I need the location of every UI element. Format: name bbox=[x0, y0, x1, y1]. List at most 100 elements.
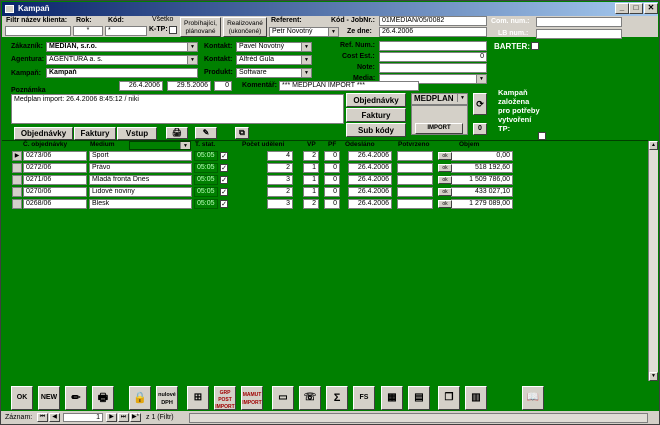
calculator-icon[interactable]: ⊞ bbox=[187, 386, 209, 410]
printer-icon[interactable]: 🖶 bbox=[92, 386, 114, 410]
objednavky-button[interactable]: Objednávky bbox=[346, 93, 406, 107]
row-selector[interactable] bbox=[12, 163, 22, 173]
ze-dne-input[interactable]: 26.4.2006 bbox=[379, 27, 487, 37]
row-selector[interactable] bbox=[12, 187, 22, 197]
tab-objednavky[interactable]: Objednávky bbox=[14, 127, 73, 140]
row-checkbox[interactable]: ✓ bbox=[220, 152, 228, 160]
cell-odeslano[interactable]: 26.4.2006 bbox=[348, 187, 392, 197]
row-checkbox[interactable]: ✓ bbox=[220, 164, 228, 172]
cell-pf[interactable]: 0 bbox=[324, 151, 340, 161]
probihajici-button[interactable]: Probíhající, plánované bbox=[180, 17, 221, 37]
phone-icon[interactable]: ☏ bbox=[299, 386, 321, 410]
cell-objem[interactable]: 0,00 bbox=[451, 151, 513, 161]
agentura-select[interactable]: AGENTURA a. s. bbox=[46, 55, 198, 65]
kod-input[interactable]: * bbox=[105, 26, 147, 36]
minimize-button[interactable]: _ bbox=[615, 3, 629, 14]
cell-pocet[interactable]: 2 bbox=[267, 187, 293, 197]
horizontal-scrollbar[interactable] bbox=[189, 413, 648, 423]
cell-pf[interactable]: 0 bbox=[324, 187, 340, 197]
sigma-button[interactable]: Σ bbox=[326, 386, 348, 410]
poznamka-textarea[interactable]: Medplan import: 26.4.2006 8:45:12 / niki bbox=[11, 94, 344, 124]
cell-medium[interactable]: Mladá fronta Dnes bbox=[89, 175, 192, 185]
new-button[interactable]: NEW bbox=[38, 386, 60, 410]
date-from-input[interactable]: 26.4.2006 bbox=[119, 81, 163, 91]
cell-stat[interactable]: 05:05 bbox=[194, 175, 218, 185]
cost-est-input[interactable]: 0 bbox=[379, 52, 487, 62]
refresh-icon[interactable]: ⟳ bbox=[473, 93, 487, 115]
cell-vp[interactable]: 2 bbox=[303, 151, 319, 161]
note-input[interactable] bbox=[379, 63, 487, 73]
tab-faktury[interactable]: Faktury bbox=[74, 127, 116, 140]
row-checkbox[interactable]: ✓ bbox=[220, 200, 228, 208]
row-checkbox[interactable]: ✓ bbox=[220, 176, 228, 184]
row-ok-button[interactable]: ok bbox=[438, 164, 452, 172]
cell-cislo[interactable]: 0270/06 bbox=[23, 187, 87, 197]
cell-medium[interactable]: Sport bbox=[89, 151, 192, 161]
grid-icon[interactable]: ▦ bbox=[381, 386, 403, 410]
rok-input[interactable]: * bbox=[73, 26, 103, 36]
row-selector[interactable] bbox=[12, 199, 22, 209]
count-input[interactable]: 0 bbox=[214, 81, 232, 91]
zakaznik-select[interactable]: MEDIAN, s.r.o. bbox=[46, 42, 198, 52]
cell-odeslano[interactable]: 26.4.2006 bbox=[348, 199, 392, 209]
mamut-import-button[interactable]: MAMUT IMPORT bbox=[241, 386, 263, 410]
kontakt2-select[interactable]: Alfréd Gula bbox=[236, 55, 312, 65]
faktury-button[interactable]: Faktury bbox=[346, 108, 406, 122]
cell-medium[interactable]: Lidové noviny bbox=[89, 187, 192, 197]
filter-input[interactable] bbox=[5, 26, 71, 36]
print-icon[interactable]: 🖨 bbox=[166, 127, 188, 139]
com-num-input[interactable] bbox=[536, 17, 622, 27]
cell-odeslano[interactable]: 26.4.2006 bbox=[348, 151, 392, 161]
import-button[interactable]: IMPORT bbox=[415, 123, 463, 134]
produkt-select[interactable]: Software bbox=[236, 68, 312, 78]
ok-button[interactable]: OK bbox=[11, 386, 33, 410]
date-to-input[interactable]: 29.5.2006 bbox=[167, 81, 211, 91]
row-checkbox[interactable]: ✓ bbox=[220, 188, 228, 196]
cell-odeslano[interactable]: 26.4.2006 bbox=[348, 163, 392, 173]
copy-icon[interactable]: ⧉ bbox=[235, 127, 249, 139]
ktp-checkbox[interactable] bbox=[169, 26, 177, 34]
cell-pocet[interactable]: 3 bbox=[267, 199, 293, 209]
cell-odeslano[interactable]: 26.4.2006 bbox=[348, 175, 392, 185]
monitor-icon[interactable]: ▭ bbox=[272, 386, 294, 410]
cell-objem[interactable]: 518 192,60 bbox=[451, 163, 513, 173]
cell-objem[interactable]: 1 279 089,00 bbox=[451, 199, 513, 209]
scroll-down-icon[interactable]: ▼ bbox=[649, 372, 658, 381]
cell-cislo[interactable]: 0271/06 bbox=[23, 175, 87, 185]
last-record-button[interactable]: ⏭ bbox=[118, 413, 129, 422]
cell-potvrzeno[interactable] bbox=[397, 175, 433, 185]
cell-medium[interactable]: Právo bbox=[89, 163, 192, 173]
grp-post-import-button[interactable]: GRP POST IMPORT bbox=[214, 386, 236, 410]
row-ok-button[interactable]: ok bbox=[438, 152, 452, 160]
scroll-up-icon[interactable]: ▲ bbox=[649, 141, 658, 150]
cell-potvrzeno[interactable] bbox=[397, 199, 433, 209]
prev-record-button[interactable]: ◀ bbox=[49, 413, 60, 422]
realizovane-button[interactable]: Realizované (ukončené) bbox=[223, 17, 267, 37]
cell-pocet[interactable]: 3 bbox=[267, 175, 293, 185]
komentar-input[interactable]: *** MEDPLAN IMPORT *** bbox=[279, 81, 419, 91]
lock-icon[interactable]: 🔒 bbox=[129, 386, 151, 410]
cell-potvrzeno[interactable] bbox=[397, 163, 433, 173]
cell-stat[interactable]: 05:05 bbox=[194, 199, 218, 209]
cell-vp[interactable]: 1 bbox=[303, 175, 319, 185]
edit-icon[interactable]: ✎ bbox=[195, 127, 217, 139]
note-icon[interactable]: ▤ bbox=[408, 386, 430, 410]
referent-select[interactable]: Petr Novotný bbox=[269, 27, 339, 37]
cell-vp[interactable]: 1 bbox=[303, 163, 319, 173]
first-record-button[interactable]: ⏮ bbox=[37, 413, 48, 422]
row-ok-button[interactable]: ok bbox=[438, 176, 452, 184]
zero-button[interactable]: 0 bbox=[473, 123, 487, 135]
medplan-select[interactable]: MEDPLAN bbox=[411, 93, 468, 105]
barter-checkbox[interactable] bbox=[531, 42, 539, 50]
cell-pf[interactable]: 0 bbox=[324, 163, 340, 173]
cell-pocet[interactable]: 2 bbox=[267, 163, 293, 173]
cell-pf[interactable]: 0 bbox=[324, 175, 340, 185]
new-record-button[interactable]: ▶* bbox=[130, 413, 141, 422]
cell-cislo[interactable]: 0272/06 bbox=[23, 163, 87, 173]
row-selector[interactable] bbox=[12, 175, 22, 185]
cell-vp[interactable]: 2 bbox=[303, 199, 319, 209]
book-icon[interactable]: 📖 bbox=[522, 386, 544, 410]
row-selector[interactable]: ▶ bbox=[12, 151, 22, 161]
ref-num-input[interactable] bbox=[379, 41, 487, 51]
close-button[interactable]: ✕ bbox=[644, 3, 658, 14]
